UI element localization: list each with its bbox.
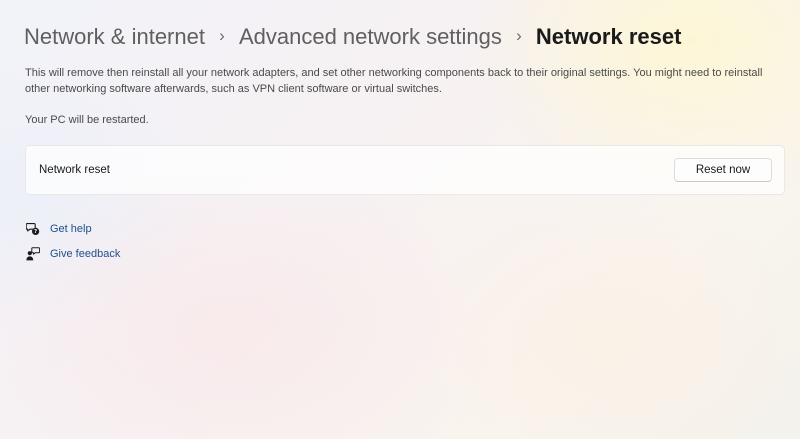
get-help-link[interactable]: ? Get help: [26, 221, 92, 237]
give-feedback-label: Give feedback: [50, 248, 121, 260]
help-chat-icon: ?: [26, 222, 40, 236]
network-reset-label: Network reset: [39, 164, 110, 176]
page-title: Network reset: [535, 24, 682, 49]
restart-note: Your PC will be restarted.: [25, 114, 149, 126]
chevron-right-icon: ›: [219, 26, 225, 45]
chevron-right-icon: ›: [516, 26, 522, 45]
breadcrumb-item-advanced-network-settings[interactable]: Advanced network settings: [239, 24, 502, 50]
feedback-icon: [26, 247, 40, 261]
svg-text:?: ?: [34, 229, 37, 235]
reset-description: This will remove then reinstall all your…: [25, 67, 763, 95]
breadcrumb: Network & internet › Advanced network se…: [24, 22, 681, 52]
breadcrumb-item-network-internet[interactable]: Network & internet: [24, 24, 205, 50]
get-help-label: Get help: [50, 223, 92, 235]
reset-now-button[interactable]: Reset now: [674, 158, 772, 182]
give-feedback-link[interactable]: Give feedback: [26, 246, 120, 262]
network-reset-card: Network reset Reset now: [25, 145, 785, 195]
